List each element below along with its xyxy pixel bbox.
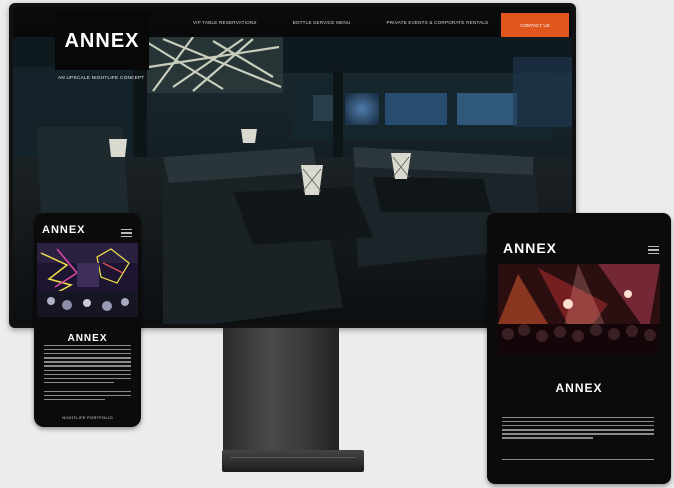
tablet-body-text [502, 417, 654, 442]
tablet-device: ANNEX ANNEX [487, 213, 671, 484]
tablet-header: ANNEX [487, 213, 671, 261]
phone-body-text-2 [44, 391, 131, 403]
tablet-hero-image [498, 264, 660, 354]
monitor-foot [222, 450, 364, 472]
logo-text: ANNEX [64, 29, 140, 52]
phone-header: ANNEX [34, 217, 141, 245]
nav-links: VIP TABLE RESERVATIONS BOTTLE SERVICE ME… [193, 7, 524, 37]
phone-logo[interactable]: ANNEX [42, 224, 86, 236]
nav-vip-reservations[interactable]: VIP TABLE RESERVATIONS [193, 20, 257, 25]
tablet-body-text-2 [502, 459, 654, 463]
monitor-stand [223, 328, 339, 450]
desktop-logo[interactable]: ANNEX [55, 12, 149, 70]
phone-portfolio-link[interactable]: NIGHTLIFE PORTFOLIO [34, 415, 141, 420]
tablet-logo[interactable]: ANNEX [503, 240, 557, 256]
nav-private-events[interactable]: PRIVATE EVENTS & CORPORATE RENTALS [386, 20, 488, 25]
phone-hero-image [37, 243, 138, 317]
tablet-section-logo: ANNEX [555, 381, 603, 395]
nav-bottle-menu[interactable]: BOTTLE SERVICE MENU [293, 20, 351, 25]
hero-tagline: AN UPSCALE NIGHTLIFE CONCEPT [58, 75, 145, 80]
phone-device: ANNEX ANNEX NIGHTLIFE PORTFOLIO [34, 213, 141, 427]
hamburger-icon[interactable] [648, 246, 659, 254]
hamburger-icon[interactable] [121, 229, 132, 237]
contact-us-button[interactable]: CONTACT US [501, 13, 569, 37]
phone-section-logo: ANNEX [67, 333, 108, 344]
phone-body-text [44, 345, 131, 386]
